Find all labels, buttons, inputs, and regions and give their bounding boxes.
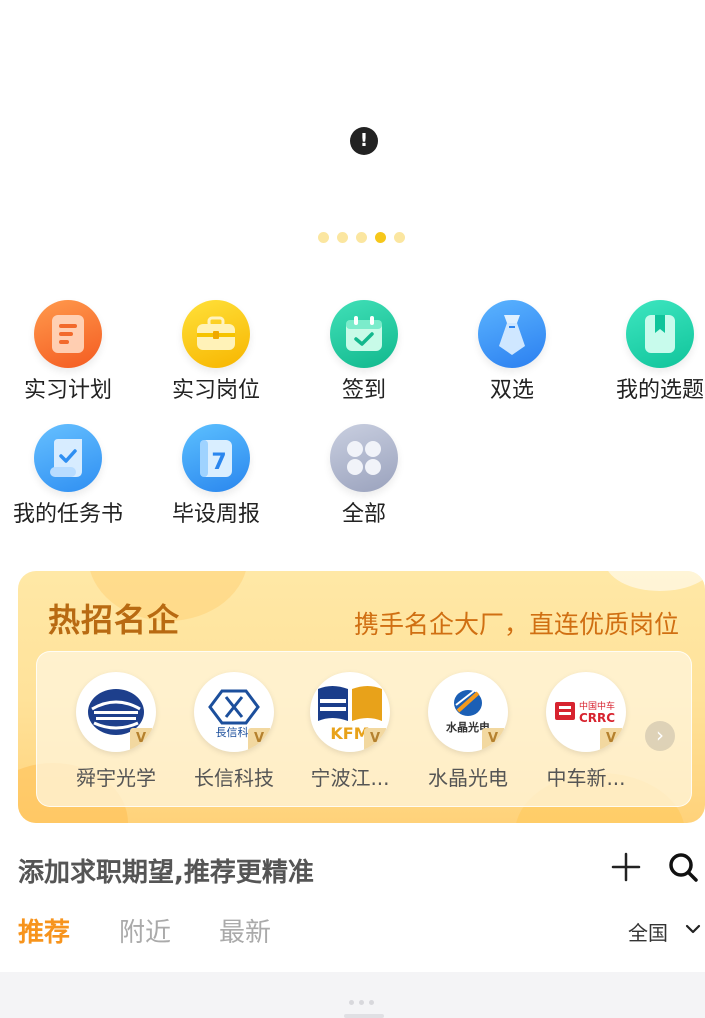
carousel-dot[interactable]: [356, 232, 367, 243]
function-check-in[interactable]: 签到: [299, 300, 429, 404]
company-item[interactable]: 中国中车 CRRC V 中车新...: [531, 672, 641, 791]
company-logo: KFM V: [310, 672, 390, 752]
job-list-area: [0, 972, 705, 1018]
company-name: 舜宇光学: [76, 766, 156, 790]
company-logo: V: [76, 672, 156, 752]
briefcase-icon: [182, 300, 250, 368]
famous-companies-card: 热招名企 携手名企大厂，直连优质岗位 V 舜宇光学 長信科 V 长信科技 KFM…: [18, 571, 705, 823]
function-label: 我的任务书: [12, 502, 123, 527]
calendar-check-icon: [330, 300, 398, 368]
company-name: 长信科技: [194, 766, 274, 790]
carousel-indicator: [318, 232, 405, 243]
job-expectation-prompt[interactable]: 添加求职期望,推荐更精准: [18, 852, 314, 889]
tab-recommend[interactable]: 推荐: [18, 912, 70, 949]
company-item[interactable]: V 舜宇光学: [61, 672, 171, 791]
function-label: 双选: [489, 378, 534, 403]
function-double-selection[interactable]: 双选: [447, 300, 577, 404]
bookmark-book-icon: [626, 300, 694, 368]
verified-badge: V: [130, 728, 152, 750]
loading-bar: [344, 1014, 384, 1018]
decor-bubble: [605, 571, 705, 591]
tab-latest[interactable]: 最新: [219, 912, 271, 949]
company-list: V 舜宇光学 長信科 V 长信科技 KFM V 宁波江... 水晶光电 V 水晶…: [36, 651, 692, 807]
scroll-check-icon: [34, 424, 102, 492]
banner-carousel[interactable]: !: [0, 0, 705, 270]
verified-badge: V: [364, 728, 386, 750]
function-weekly-report[interactable]: 7 毕设周报: [151, 424, 281, 528]
calendar-7-icon: 7: [182, 424, 250, 492]
function-all[interactable]: 全部: [299, 424, 429, 528]
function-label: 全部: [341, 502, 386, 527]
function-label: 实习计划: [23, 378, 112, 403]
function-my-topics[interactable]: 我的选题: [595, 300, 705, 404]
loading-indicator: [349, 1000, 374, 1005]
verified-badge: V: [600, 728, 622, 750]
company-name: 水晶光电: [428, 766, 508, 790]
function-label: 签到: [341, 378, 386, 403]
region-selector[interactable]: 全国: [628, 917, 668, 946]
function-internship-positions[interactable]: 实习岗位: [151, 300, 281, 404]
svg-text:7: 7: [211, 450, 226, 475]
grid-all-icon: [330, 424, 398, 492]
function-my-task-book[interactable]: 我的任务书: [3, 424, 133, 528]
plus-icon[interactable]: [611, 850, 641, 884]
company-item[interactable]: KFM V 宁波江...: [295, 672, 405, 791]
function-label: 实习岗位: [171, 378, 260, 403]
tab-nearby[interactable]: 附近: [119, 912, 171, 949]
carousel-dot[interactable]: [318, 232, 329, 243]
plan-doc-icon: [34, 300, 102, 368]
company-item[interactable]: 長信科 V 长信科技: [179, 672, 289, 791]
company-logo: 中国中车 CRRC V: [546, 672, 626, 752]
chevron-down-icon[interactable]: [682, 918, 704, 940]
function-internship-plan[interactable]: 实习计划: [3, 300, 133, 404]
chevron-right-icon[interactable]: ›: [645, 721, 675, 751]
company-name: 宁波江...: [310, 766, 390, 790]
company-logo-text-bottom: CRRC: [579, 711, 615, 725]
carousel-dot-active[interactable]: [375, 232, 386, 243]
company-logo: 水晶光电 V: [428, 672, 508, 752]
verified-badge: V: [482, 728, 504, 750]
company-item[interactable]: 水晶光电 V 水晶光电: [413, 672, 523, 791]
carousel-dot[interactable]: [394, 232, 405, 243]
verified-badge: V: [248, 728, 270, 750]
company-name: 中车新...: [546, 766, 626, 790]
function-label: 毕设周报: [171, 502, 260, 527]
company-logo: 長信科 V: [194, 672, 274, 752]
alert-icon: !: [350, 127, 378, 155]
famous-title: 热招名企: [48, 601, 181, 639]
function-label: 我的选题: [615, 378, 704, 403]
search-icon[interactable]: [666, 850, 700, 884]
famous-subtitle: 携手名企大厂，直连优质岗位: [353, 610, 679, 639]
carousel-dot[interactable]: [337, 232, 348, 243]
tie-icon: [478, 300, 546, 368]
company-logo-text: 長信科: [216, 725, 249, 739]
